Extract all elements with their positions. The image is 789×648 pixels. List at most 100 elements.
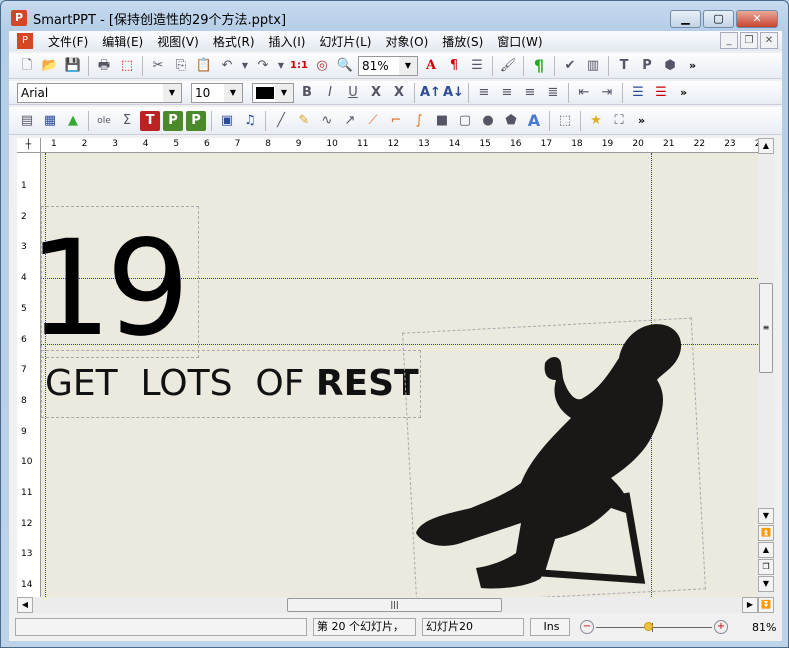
- slide-view-button[interactable]: ❐: [758, 559, 774, 575]
- scroll-down-button[interactable]: ▼: [758, 508, 774, 524]
- redo-icon[interactable]: ↷: [253, 56, 273, 76]
- more-icon[interactable]: »: [689, 59, 696, 72]
- align-right-icon[interactable]: ≡: [497, 83, 517, 103]
- insert-formula-icon[interactable]: Σ: [117, 111, 137, 131]
- menu-play[interactable]: 播放(S): [435, 33, 490, 50]
- menu-object[interactable]: 对象(O): [378, 33, 435, 50]
- silhouette-image[interactable]: [411, 318, 711, 597]
- menu-edit[interactable]: 编辑(E): [95, 33, 150, 50]
- connector-icon[interactable]: ⟋: [363, 111, 383, 131]
- next-slide-button[interactable]: ▼: [758, 576, 774, 592]
- undo-dropdown-icon[interactable]: ▼: [240, 56, 250, 76]
- numbered-list-icon[interactable]: ☰: [651, 83, 671, 103]
- open-icon[interactable]: 📂: [40, 56, 60, 76]
- menu-slide[interactable]: 幻灯片(L): [312, 33, 378, 50]
- status-insert-mode[interactable]: Ins: [530, 618, 570, 636]
- shapes-icon[interactable]: ⬟: [501, 111, 521, 131]
- zoom-slider[interactable]: [596, 620, 712, 634]
- insert-ole-icon[interactable]: ole: [94, 111, 114, 131]
- insert-audio-icon[interactable]: ♫: [240, 111, 260, 131]
- ellipse-icon[interactable]: ●: [478, 111, 498, 131]
- slide-canvas[interactable]: 19 GET LOTS OF REST: [41, 153, 758, 597]
- menu-insert[interactable]: 插入(I): [262, 33, 313, 50]
- pencil-icon[interactable]: ✎: [294, 111, 314, 131]
- new-icon[interactable]: 🗋: [17, 56, 37, 76]
- insert-picture-template-icon[interactable]: P: [163, 110, 183, 131]
- paragraph-format-icon[interactable]: ¶: [444, 56, 464, 76]
- text-template-icon[interactable]: T: [614, 56, 634, 76]
- strikethrough-icon[interactable]: X: [366, 83, 386, 103]
- line-icon[interactable]: ╱: [271, 111, 291, 131]
- font-color-select[interactable]: ▼: [252, 82, 294, 103]
- minimize-button[interactable]: ▁: [670, 10, 701, 28]
- heading-textbox[interactable]: GET LOTS OF REST: [41, 350, 421, 418]
- print-icon[interactable]: 🖶: [94, 56, 114, 76]
- copy-icon[interactable]: ⎘: [171, 56, 191, 76]
- animation-icon[interactable]: ★: [586, 111, 606, 131]
- elbow-connector-icon[interactable]: ⌐: [386, 111, 406, 131]
- scroll-up-button[interactable]: ▲: [758, 138, 774, 154]
- previous-slide-button[interactable]: ▲: [758, 542, 774, 558]
- close-button[interactable]: ✕: [736, 10, 778, 28]
- menu-window[interactable]: 窗口(W): [490, 33, 549, 50]
- font-select[interactable]: Arial ▼: [17, 82, 182, 103]
- insert-picture-frame-icon[interactable]: P: [186, 110, 206, 131]
- bullet-list-icon[interactable]: ☰: [628, 83, 648, 103]
- rectangle-icon[interactable]: ■: [432, 111, 452, 131]
- scroll-left-button[interactable]: ◀: [17, 597, 33, 613]
- redo-dropdown-icon[interactable]: ▼: [276, 56, 286, 76]
- vertical-scroll-thumb[interactable]: ≡: [759, 283, 773, 373]
- more-icon[interactable]: »: [680, 86, 687, 99]
- align-left-icon[interactable]: ≡: [474, 83, 494, 103]
- more-icon[interactable]: »: [638, 114, 645, 127]
- pdf-icon[interactable]: ⬚: [117, 56, 137, 76]
- arrow-icon[interactable]: ↗: [340, 111, 360, 131]
- zoom-out-icon[interactable]: −: [580, 620, 594, 634]
- maximize-button[interactable]: ▢: [703, 10, 734, 28]
- insert-video-icon[interactable]: ▣: [217, 111, 237, 131]
- zoom-in-icon[interactable]: +: [714, 620, 728, 634]
- format-painter-icon[interactable]: 🖌: [498, 56, 518, 76]
- curve-icon[interactable]: ∿: [317, 111, 337, 131]
- chart-icon[interactable]: ▥: [583, 56, 603, 76]
- zoom-select[interactable]: 81% ▼: [358, 55, 418, 76]
- clear-format-icon[interactable]: X: [389, 83, 409, 103]
- insert-table-icon[interactable]: ▦: [40, 111, 60, 131]
- wordart-icon[interactable]: A: [524, 111, 544, 131]
- insert-picture-icon[interactable]: ▲: [63, 111, 83, 131]
- doc-close-button[interactable]: ✕: [760, 32, 778, 49]
- indent-icon[interactable]: ⇥: [597, 83, 617, 103]
- number-textbox[interactable]: 19: [41, 206, 199, 359]
- menu-format[interactable]: 格式(R): [206, 33, 262, 50]
- show-marks-icon[interactable]: ¶: [529, 56, 549, 76]
- curved-connector-icon[interactable]: ∫: [409, 111, 429, 131]
- menu-view[interactable]: 视图(V): [150, 33, 206, 50]
- cut-icon[interactable]: ✂: [148, 56, 168, 76]
- insert-textbox-icon[interactable]: ▤: [17, 111, 37, 131]
- grow-font-icon[interactable]: A↑: [420, 83, 441, 103]
- group-icon[interactable]: ⬚: [555, 111, 575, 131]
- horizontal-scroll-thumb[interactable]: |||: [287, 598, 502, 612]
- justify-icon[interactable]: ≣: [543, 83, 563, 103]
- rounded-rectangle-icon[interactable]: ▢: [455, 111, 475, 131]
- zoom-icon[interactable]: 🔍: [335, 56, 355, 76]
- spellcheck-icon[interactable]: ✔: [560, 56, 580, 76]
- menu-file[interactable]: 文件(F): [41, 33, 95, 50]
- italic-icon[interactable]: I: [320, 83, 340, 103]
- picture-template-icon[interactable]: P: [637, 56, 657, 76]
- numbering-format-icon[interactable]: ☰: [467, 56, 487, 76]
- first-slide-button[interactable]: ⏫: [758, 525, 774, 541]
- doc-minimize-button[interactable]: _: [720, 32, 738, 49]
- insert-text-template-icon[interactable]: T: [140, 110, 160, 131]
- horizontal-scrollbar[interactable]: ◀ ||| ▶: [17, 597, 758, 613]
- vertical-scrollbar[interactable]: ▲ ≡ ▼ ⏫ ▲ ❐ ▼: [758, 138, 774, 597]
- paste-icon[interactable]: 📋: [194, 56, 214, 76]
- doc-restore-button[interactable]: ❐: [740, 32, 758, 49]
- outdent-icon[interactable]: ⇤: [574, 83, 594, 103]
- last-slide-button[interactable]: ⏬: [758, 597, 774, 613]
- horizontal-ruler[interactable]: ┼ 12345678910111213141516171819202122232…: [17, 138, 767, 153]
- object-icon[interactable]: ⬢: [660, 56, 680, 76]
- ruler-corner-icon[interactable]: ┼: [17, 138, 41, 153]
- actual-size-icon[interactable]: 1:1: [289, 56, 309, 76]
- bold-icon[interactable]: B: [297, 83, 317, 103]
